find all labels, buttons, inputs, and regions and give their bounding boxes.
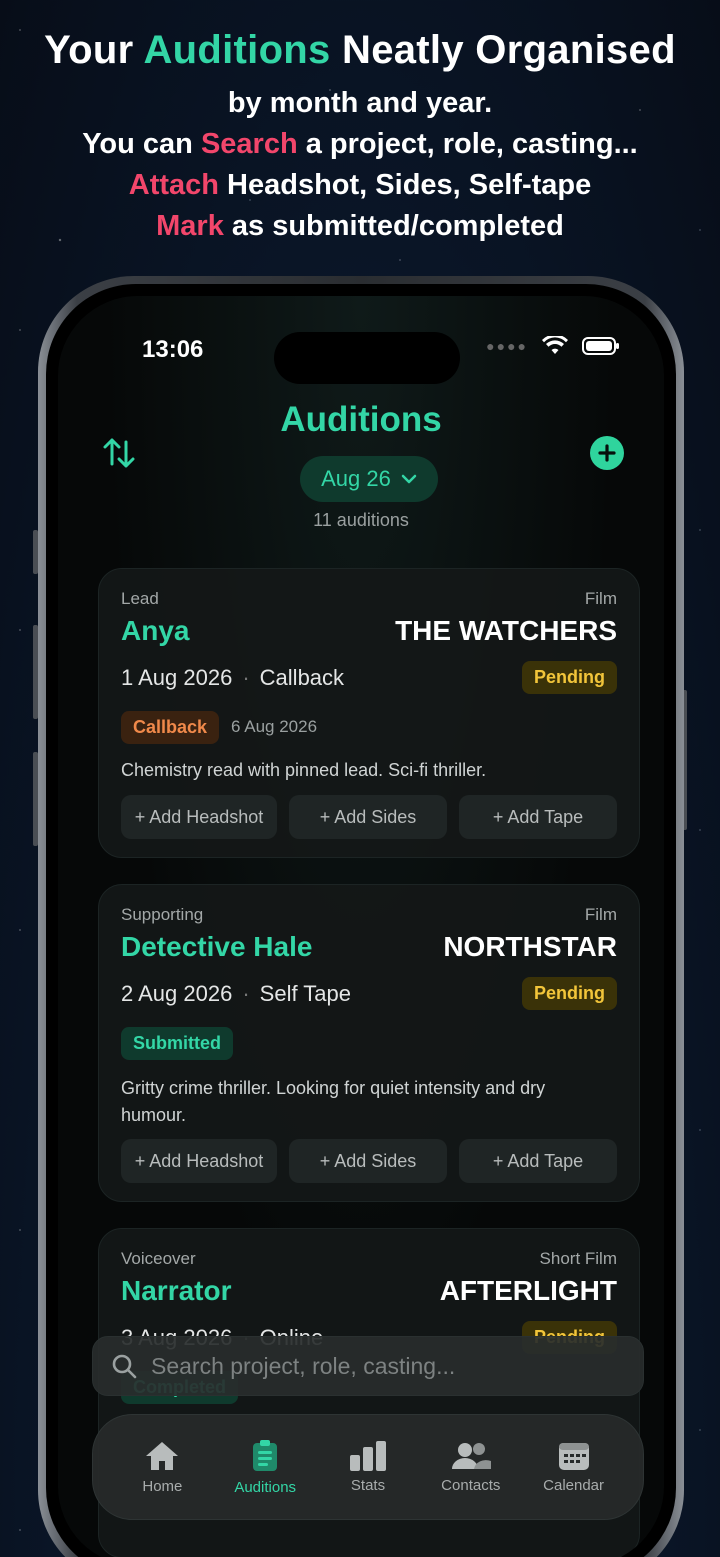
attachment-actions: + Add Headshot + Add Sides + Add Tape xyxy=(121,795,617,839)
tab-calendar-label: Calendar xyxy=(543,1476,605,1494)
add-sides-button[interactable]: + Add Sides xyxy=(289,795,447,839)
audition-notes: Gritty crime thriller. Looking for quiet… xyxy=(121,1078,546,1125)
promo-line-4-accent: Mark xyxy=(156,210,224,242)
tab-calendar[interactable]: Calendar xyxy=(524,1441,624,1494)
audition-date: 1 Aug 2026 xyxy=(121,665,233,690)
role-type: Voiceover xyxy=(121,1249,196,1268)
tab-auditions-label: Auditions xyxy=(234,1478,297,1496)
dynamic-island xyxy=(274,332,460,384)
battery-icon xyxy=(582,337,619,355)
promo-line-2: You can Search a project, role, casting.… xyxy=(0,124,720,165)
month-selector[interactable]: Aug 26 xyxy=(300,456,438,502)
promo-title-post: Neatly Organised xyxy=(342,28,676,72)
attachment-actions: + Add Headshot + Add Sides + Add Tape xyxy=(121,1139,617,1183)
promo-line-2-accent: Search xyxy=(200,128,298,160)
sort-button[interactable] xyxy=(100,434,138,472)
role-name: Narrator xyxy=(121,1275,232,1306)
role-type: Supporting xyxy=(121,905,204,924)
calendar-icon xyxy=(558,1442,589,1470)
add-tape-button[interactable]: + Add Tape xyxy=(459,1139,617,1183)
add-headshot-button[interactable]: + Add Headshot xyxy=(121,795,277,839)
search-icon xyxy=(112,1354,137,1379)
status-badge: Pending xyxy=(522,661,617,694)
date-line: 2 Aug 2026 · Self Tape xyxy=(121,981,351,1007)
tab-home[interactable]: Home xyxy=(112,1440,212,1495)
plus-icon xyxy=(598,444,616,462)
add-headshot-button[interactable]: + Add Headshot xyxy=(121,1139,277,1183)
tab-contacts[interactable]: Contacts xyxy=(421,1441,521,1494)
tab-home-label: Home xyxy=(142,1477,183,1495)
project-name: AFTERLIGHT xyxy=(439,1275,617,1306)
status-icons: ●●●● xyxy=(486,336,620,356)
submitted-tag: Submitted xyxy=(121,1027,233,1060)
promo-line-2-pre: You can xyxy=(82,128,193,160)
add-tape-button[interactable]: + Add Tape xyxy=(459,795,617,839)
tab-auditions[interactable]: Auditions xyxy=(215,1439,315,1496)
audition-kind: Self Tape xyxy=(259,981,352,1006)
bar-chart-icon xyxy=(349,1440,386,1471)
callback-date: 6 Aug 2026 xyxy=(231,717,318,736)
promo-title-accent: Auditions xyxy=(143,28,331,72)
promo-title-pre: Your xyxy=(44,28,134,72)
project-type: Short Film xyxy=(539,1249,617,1268)
chevron-down-icon xyxy=(401,474,417,484)
promo-line-2-post: a project, role, casting... xyxy=(305,128,638,160)
tab-stats[interactable]: Stats xyxy=(318,1440,418,1494)
add-audition-button[interactable] xyxy=(590,436,624,470)
signal-dots-icon: ●●●● xyxy=(486,338,528,354)
tab-bar: Home Auditions Stats Contacts Calendar xyxy=(92,1414,644,1520)
audition-date: 2 Aug 2026 xyxy=(121,981,233,1006)
audition-card[interactable]: Supporting Film Detective Hale NORTHSTAR… xyxy=(98,884,640,1202)
project-type: Film xyxy=(584,905,617,924)
promo-line-3-post: Headshot, Sides, Self-tape xyxy=(227,169,592,201)
phone-frame: 13:06 ●●●● Auditions Aug 26 11 auditions xyxy=(38,276,684,1557)
promo-headline: Your Auditions Neatly Organised by month… xyxy=(0,28,720,247)
people-icon xyxy=(451,1442,491,1469)
wifi-icon xyxy=(542,336,568,354)
promo-line-4: Mark as submitted/completed xyxy=(0,206,720,247)
role-type: Lead xyxy=(121,589,159,608)
promo-line-1: by month and year. xyxy=(227,87,493,119)
sort-arrows-icon xyxy=(103,438,135,468)
tab-stats-label: Stats xyxy=(350,1476,386,1494)
promo-line-4-post: as submitted/completed xyxy=(231,210,564,242)
role-name: Anya xyxy=(121,615,190,646)
date-separator: · xyxy=(242,665,250,690)
status-time: 13:06 xyxy=(142,336,204,363)
callback-tag: Callback xyxy=(121,711,220,744)
status-badge: Pending xyxy=(522,977,617,1010)
audition-notes: Chemistry read with pinned lead. Sci-fi … xyxy=(121,760,487,780)
home-icon xyxy=(146,1441,179,1470)
project-name: NORTHSTAR xyxy=(443,931,617,962)
add-sides-button[interactable]: + Add Sides xyxy=(289,1139,447,1183)
phone-bezel: 13:06 ●●●● Auditions Aug 26 11 auditions xyxy=(46,284,676,1557)
date-separator: · xyxy=(242,981,250,1006)
project-type: Film xyxy=(584,589,617,608)
promo-title: Your Auditions Neatly Organised xyxy=(0,28,720,73)
promo-line-3: Attach Headshot, Sides, Self-tape xyxy=(0,165,720,206)
promo-line-3-accent: Attach xyxy=(128,169,219,201)
audition-card[interactable]: Lead Film Anya THE WATCHERS 1 Aug 2026 · C… xyxy=(98,568,640,858)
tab-contacts-label: Contacts xyxy=(441,1476,501,1494)
page-title: Auditions xyxy=(280,400,442,439)
project-name: THE WATCHERS xyxy=(395,615,617,646)
search-field[interactable]: Search project, role, casting... xyxy=(92,1336,644,1396)
date-line: 1 Aug 2026 · Callback xyxy=(121,665,344,691)
audition-kind: Callback xyxy=(259,665,345,690)
app-screen: 13:06 ●●●● Auditions Aug 26 11 auditions xyxy=(58,296,664,1557)
month-label: Aug 26 xyxy=(321,466,391,491)
role-name: Detective Hale xyxy=(121,931,313,962)
clipboard-icon xyxy=(253,1439,278,1471)
audition-count: 11 auditions xyxy=(313,510,409,530)
promo-subtitle: by month and year. You can Search a proj… xyxy=(0,83,720,247)
search-input[interactable]: Search project, role, casting... xyxy=(151,1353,455,1380)
status-bar: 13:06 ●●●● xyxy=(58,332,664,384)
